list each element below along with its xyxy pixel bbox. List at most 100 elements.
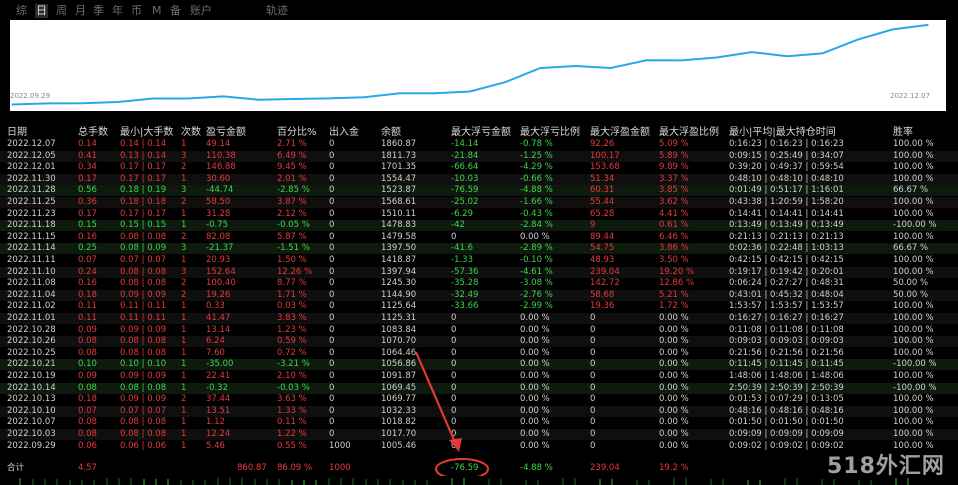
table-row[interactable]: 2022.11.18 0.15 0.15 | 0.15 1 -0.75 -0.05 % 0 1…	[0, 220, 958, 232]
column-header-13[interactable]: 胜率	[893, 123, 913, 138]
table-row[interactable]: 2022.11.08 0.16 0.08 | 0.08 2 100.40 8.77 % 0 1…	[0, 278, 958, 289]
table-row[interactable]: 2022.10.26 0.08 0.08 | 0.08 1 6.24 0.59 % 0 107…	[0, 336, 958, 348]
table-cell: 100.00 %	[893, 347, 934, 358]
table-cell: 0	[329, 139, 335, 149]
table-cell: 1	[181, 324, 187, 335]
table-row[interactable]: 2022.11.30 0.17 0.17 | 0.17 1 30.60 2.01 % 0 15…	[0, 173, 958, 185]
table-row[interactable]: 2022.11.11 0.07 0.07 | 0.07 1 20.93 1.50 % 0 14…	[0, 255, 958, 266]
tab-8[interactable]: 备	[170, 4, 181, 18]
column-header-10[interactable]: 最大浮盈金额	[590, 123, 650, 138]
table-cell: 1554.47	[381, 173, 417, 184]
column-header-4[interactable]: 盈亏金额	[206, 123, 246, 138]
table-cell: -100.00 %	[893, 220, 937, 231]
table-cell: 146.88	[206, 162, 236, 173]
column-header-2[interactable]: 最小|大手数	[120, 123, 173, 138]
column-header-7[interactable]: 余额	[381, 123, 401, 138]
table-cell: 0	[451, 231, 457, 242]
table-cell: 2	[181, 197, 187, 207]
column-header-8[interactable]: 最大浮亏金额	[451, 123, 511, 138]
table-cell: 1.23 %	[277, 324, 307, 335]
equity-point	[716, 56, 718, 59]
table-cell: 3.83 %	[277, 313, 307, 323]
tab-3[interactable]: 月	[75, 4, 86, 18]
table-row[interactable]: 2022.10.28 0.09 0.09 | 0.09 1 13.14 1.23 % 0 10…	[0, 325, 958, 336]
table-row[interactable]: 2022.10.10 0.07 0.07 | 0.07 1 13.51 1.33 % 0 10…	[0, 405, 958, 417]
table-row[interactable]: 2022.11.25 0.36 0.18 | 0.18 2 58.50 3.87 % 0 15…	[0, 197, 958, 208]
table-cell: 1018.82	[381, 417, 417, 428]
table-cell: 30.60	[206, 173, 231, 184]
table-cell: 0.00 %	[520, 336, 550, 347]
table-row[interactable]: 2022.11.10 0.24 0.08 | 0.08 3 152.64 12.26 % 0…	[0, 266, 958, 278]
table-row[interactable]: 2022.10.14 0.08 0.08 | 0.08 1 -0.32 -0.03 % 0 1…	[0, 382, 958, 394]
table-cell: 0.08 | 0.08	[120, 347, 167, 358]
table-row[interactable]: 2022.09.29 0.06 0.06 | 0.06 1 5.46 0.55 % 1000…	[0, 441, 958, 452]
column-header-3[interactable]: 次数	[181, 123, 201, 138]
table-cell: 0.11	[78, 313, 97, 323]
table-cell: 0	[451, 382, 457, 393]
table-row[interactable]: 2022.11.14 0.25 0.08 | 0.09 3 -21.37 -1.51 % 0…	[0, 243, 958, 255]
table-row[interactable]: 2022.12.05 0.41 0.13 | 0.14 3 110.38 6.49 % 0 1…	[0, 150, 958, 162]
table-cell: -6.29	[451, 208, 473, 219]
tab-9[interactable]: 账户	[190, 4, 212, 18]
table-row[interactable]: 2022.10.25 0.08 0.08 | 0.08 1 7.60 0.72 % 0 106…	[0, 348, 958, 359]
table-cell: 0.16	[78, 278, 97, 289]
table-row[interactable]: 2022.12.07 0.14 0.14 | 0.14 1 49.14 2.71 % 0 18…	[0, 139, 958, 150]
table-cell: 6.46 %	[659, 231, 689, 242]
table-row[interactable]: 2022.12.01 0.34 0.17 | 0.17 2 146.88 9.45 % 0 1…	[0, 162, 958, 173]
table-row[interactable]: 2022.10.21 0.10 0.10 | 0.10 1 -35.00 -3.21 % 0…	[0, 359, 958, 371]
table-row[interactable]: 2022.11.23 0.17 0.17 | 0.17 1 31.28 2.12 % 0 15…	[0, 209, 958, 220]
table-cell: 2022.11.02	[7, 301, 56, 312]
table-cell: 0.00 %	[520, 394, 550, 405]
table-cell: 0.15 | 0.15	[120, 220, 167, 231]
table-row[interactable]: 2022.10.03 0.08 0.08 | 0.08 1 12.24 1.22 % 0 10…	[0, 429, 958, 440]
table-cell: 1070.70	[381, 336, 417, 347]
tab-2[interactable]: 周	[56, 4, 67, 18]
column-header-6[interactable]: 出入金	[329, 123, 359, 138]
table-cell: 12.26 %	[277, 266, 313, 277]
tab-6[interactable]: 币	[131, 4, 142, 18]
total-max-float-loss-pct: -4.88 %	[520, 463, 553, 473]
tab-0[interactable]: 综	[16, 4, 27, 18]
table-cell: -76.59	[451, 185, 479, 196]
equity-point	[539, 67, 542, 69]
tab-10[interactable]: 轨迹	[266, 4, 288, 18]
table-cell: 0	[329, 429, 335, 439]
table-cell: 0	[329, 231, 335, 242]
table-cell: 0:13:49 | 0:13:49 | 0:13:49	[729, 220, 844, 231]
table-row[interactable]: 2022.10.19 0.09 0.09 | 0.09 1 22.41 2.10 % 0 10…	[0, 371, 958, 382]
table-cell: 2022.11.23	[7, 208, 56, 219]
table-cell: 0.00 %	[520, 417, 550, 428]
table-row[interactable]: 2022.11.02 0.11 0.11 | 0.11 1 0.33 0.03 % 0 112…	[0, 301, 958, 312]
tab-7[interactable]: M	[152, 4, 162, 18]
table-cell: 0.08 | 0.08	[120, 382, 167, 393]
table-cell: 65.28	[590, 208, 615, 219]
table-cell: 0.00 %	[520, 429, 550, 439]
table-row[interactable]: 2022.11.28 0.56 0.18 | 0.19 3 -44.74 -2.85 % 0…	[0, 185, 958, 197]
tab-4[interactable]: 季	[93, 4, 104, 18]
table-row[interactable]: 2022.11.15 0.16 0.08 | 0.08 2 82.08 5.87 % 0 14…	[0, 232, 958, 243]
table-cell: 0:09:09 | 0:09:09 | 0:09:09	[729, 429, 844, 439]
column-header-11[interactable]: 最大浮盈比例	[659, 123, 719, 138]
column-header-12[interactable]: 最小|平均|最大持仓时间	[729, 123, 836, 138]
table-row[interactable]: 2022.11.01 0.11 0.11 | 0.11 1 41.47 3.83 % 0 11…	[0, 313, 958, 324]
table-cell: 0	[329, 324, 335, 335]
table-row[interactable]: 2022.10.07 0.08 0.08 | 0.08 1 1.12 0.11 % 0 101…	[0, 417, 958, 428]
table-cell: -66.64	[451, 162, 479, 173]
column-header-1[interactable]: 总手数	[78, 123, 108, 138]
table-cell: 1.50 %	[277, 255, 307, 265]
table-row[interactable]: 2022.11.04 0.18 0.09 | 0.09 2 19.26 1.71 % 0 11…	[0, 289, 958, 301]
table-cell: 60.31	[590, 185, 615, 196]
column-header-9[interactable]: 最大浮亏比例	[520, 123, 580, 138]
column-header-5[interactable]: 百分比%	[277, 123, 317, 138]
table-cell: 100.00 %	[893, 324, 934, 335]
table-cell: 9.45 %	[277, 162, 307, 173]
tab-5[interactable]: 年	[112, 4, 123, 18]
table-cell: 54.75	[590, 243, 615, 254]
table-cell: -4.88 %	[520, 185, 553, 196]
tab-1[interactable]: 日	[35, 4, 48, 18]
table-row[interactable]: 2022.10.13 0.18 0.09 | 0.09 2 37.44 3.63 % 0 10…	[0, 394, 958, 405]
table-cell: 0.18	[78, 394, 97, 405]
column-header-0[interactable]: 日期	[7, 123, 27, 138]
table-cell: 0	[590, 394, 596, 405]
table-cell: 5.87 %	[277, 231, 307, 242]
